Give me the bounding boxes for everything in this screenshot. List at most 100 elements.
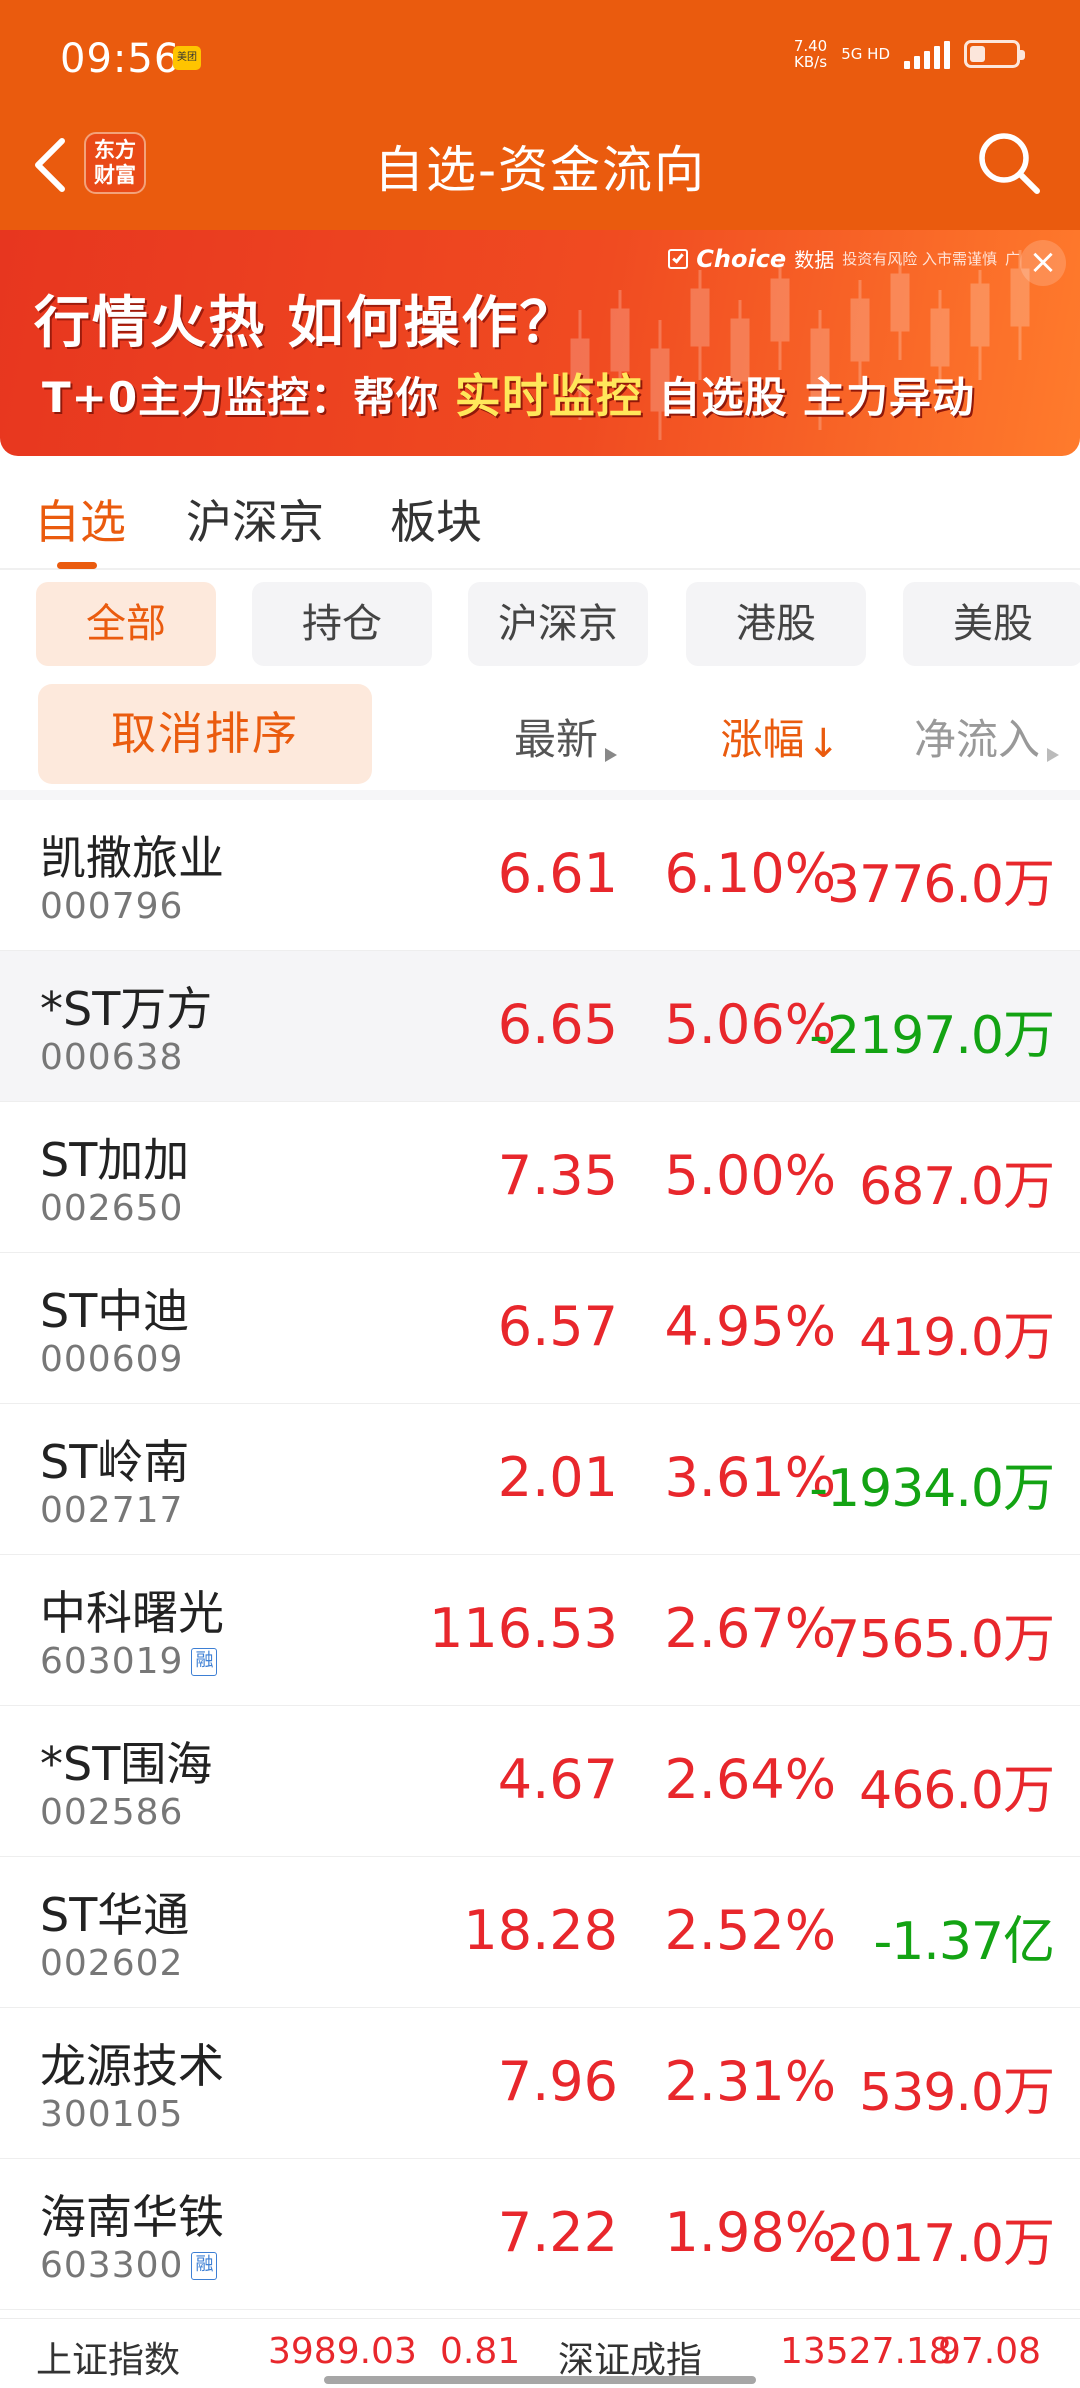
ad-subline-mid: 自选股: [658, 373, 788, 422]
filter-us-stocks[interactable]: 美股: [903, 582, 1080, 666]
stock-code-group: 000796: [40, 886, 183, 927]
column-netflow[interactable]: 净流入: [914, 706, 1060, 767]
stock-code-group: 000609: [40, 1339, 183, 1380]
ad-subline-highlight-2: 主力异动: [802, 373, 975, 422]
signal-icon: [904, 39, 950, 69]
stock-change-pct: 2.64%: [664, 1748, 836, 1811]
search-icon: [979, 133, 1040, 194]
stock-net-inflow: -1934.0万: [809, 1459, 1055, 1519]
section-divider: [0, 790, 1080, 800]
stock-row[interactable]: ST华通 002602 18.28 2.52% -1.37亿: [0, 1857, 1080, 2008]
network-speed-unit: KB/s: [794, 53, 828, 71]
stock-row[interactable]: ST岭南 002717 2.01 3.61% -1934.0万: [0, 1404, 1080, 1555]
stock-row[interactable]: *ST围海 002586 4.67 2.64% 466.0万: [0, 1706, 1080, 1857]
cancel-sort-button[interactable]: 取消排序: [38, 684, 372, 784]
stock-row[interactable]: 龙源技术 300105 7.96 2.31% 539.0万: [0, 2008, 1080, 2159]
stock-row[interactable]: ST中迪 000609 6.57 4.95% 419.0万: [0, 1253, 1080, 1404]
stock-name: 海南华铁: [40, 2190, 224, 2244]
stock-row[interactable]: *ST万方 000638 6.65 5.06% -2197.0万: [0, 951, 1080, 1102]
sz-index-value: 13527.18: [780, 2331, 952, 2372]
stock-price: 2.01: [497, 1446, 618, 1509]
stock-price: 7.96: [497, 2050, 618, 2113]
tab-hushenjing[interactable]: 沪深京: [186, 486, 324, 552]
stock-code: 000796: [40, 886, 184, 927]
column-change-label: 涨幅: [720, 715, 805, 764]
active-tab-indicator: [57, 562, 97, 569]
network-speed: 7.40 KB/s: [794, 38, 827, 70]
stock-code-group: 000638: [40, 1037, 183, 1078]
filter-hushenjing[interactable]: 沪深京: [468, 582, 648, 666]
notification-app-icon: 美团: [173, 46, 201, 70]
ad-disclaimer: 投资有风险 入市需谨慎: [842, 250, 997, 268]
stock-code: 000609: [40, 1339, 184, 1380]
stock-code-group: 002650: [40, 1188, 183, 1229]
sort-triangle-icon: [1047, 748, 1059, 762]
stock-change-pct: 2.31%: [664, 2050, 836, 2113]
column-latest[interactable]: 最新: [514, 706, 618, 767]
stock-name: 凯撒旅业: [40, 831, 224, 885]
tab-sectors[interactable]: 板块: [390, 486, 482, 552]
stock-change-pct: 1.98%: [664, 2201, 836, 2264]
stock-code: 000638: [40, 1037, 184, 1078]
stock-change-pct: 2.67%: [664, 1597, 836, 1660]
network-speed-value: 7.40: [793, 37, 828, 55]
stock-net-inflow: 539.0万: [859, 2063, 1055, 2123]
sz-index-change: 97.08: [938, 2331, 1042, 2372]
stock-code: 603019: [40, 1641, 184, 1682]
stock-price: 7.35: [497, 1144, 618, 1207]
column-change[interactable]: 涨幅 ↓: [720, 706, 840, 767]
stock-change-pct: 6.10%: [664, 842, 836, 905]
stock-row[interactable]: 海南华铁 603300 融 7.22 1.98% 2017.0万: [0, 2159, 1080, 2310]
stock-code-group: 002586: [40, 1792, 183, 1833]
stock-price: 18.28: [463, 1899, 618, 1962]
stock-net-inflow: 7565.0万: [827, 1610, 1055, 1670]
margin-trading-badge: 融: [191, 2251, 218, 2280]
ad-tag: 广: [1004, 250, 1020, 268]
status-indicators: 7.40 KB/s 5G HD: [794, 38, 1025, 70]
stock-code-group: 002717: [40, 1490, 183, 1531]
ad-brand-suffix: 数据: [794, 248, 835, 272]
stock-price: 7.22: [497, 2201, 618, 2264]
search-button[interactable]: [974, 128, 1044, 198]
stock-list: 凯撒旅业 000796 6.61 6.10% 3776.0万 *ST万方 000638 6.6…: [0, 800, 1080, 2310]
filter-chips: 全部 持仓 沪深京 港股 美股: [0, 582, 1080, 668]
filter-holdings[interactable]: 持仓: [252, 582, 432, 666]
stock-code: 002602: [40, 1943, 184, 1984]
ad-subline-highlight-1: 实时监控: [454, 369, 643, 423]
choice-check-icon: [668, 248, 689, 269]
stock-code-group: 603300 融: [40, 2245, 218, 2286]
ad-brand: Choice: [696, 244, 787, 273]
close-icon[interactable]: ×: [1020, 240, 1066, 286]
stock-price: 6.61: [497, 842, 618, 905]
sh-index-value: 3989.03: [268, 2331, 417, 2372]
sort-triangle-icon: [605, 748, 617, 762]
stock-code: 300105: [40, 2094, 184, 2135]
stock-net-inflow: 466.0万: [859, 1761, 1055, 1821]
tab-watchlist[interactable]: 自选: [34, 486, 126, 552]
ad-source-strip: Choice 数据 投资有风险 入市需谨慎 广: [668, 244, 1020, 273]
network-type: 5G HD: [841, 45, 890, 63]
stock-row[interactable]: 中科曙光 603019 融 116.53 2.67% 7565.0万: [0, 1555, 1080, 1706]
home-indicator[interactable]: [324, 2376, 756, 2384]
filter-all[interactable]: 全部: [36, 582, 216, 666]
stock-name: ST中迪: [40, 1284, 190, 1338]
stock-name: *ST万方: [40, 982, 213, 1036]
stock-code-group: 300105: [40, 2094, 183, 2135]
ad-banner[interactable]: Choice 数据 投资有风险 入市需谨慎 广 × 行情火热 如何操作？ T+0…: [0, 230, 1080, 456]
stock-row[interactable]: ST加加 002650 7.35 5.00% 687.0万: [0, 1102, 1080, 1253]
sh-index-change: 0.81: [440, 2331, 521, 2372]
filter-hk-stocks[interactable]: 港股: [686, 582, 866, 666]
stock-name: 中科曙光: [40, 1586, 224, 1640]
stock-name: *ST围海: [40, 1737, 213, 1791]
stock-row[interactable]: 凯撒旅业 000796 6.61 6.10% 3776.0万: [0, 800, 1080, 951]
stock-change-pct: 4.95%: [664, 1295, 836, 1358]
sort-desc-arrow-icon: ↓: [806, 721, 840, 767]
battery-level-fill: [970, 46, 985, 62]
stock-price: 4.67: [497, 1748, 618, 1811]
stock-net-inflow: -2197.0万: [809, 1006, 1055, 1066]
page-title: 自选-资金流向: [373, 141, 707, 199]
status-time: 09:56: [60, 36, 181, 82]
stock-price: 6.57: [497, 1295, 618, 1358]
stock-net-inflow: 2017.0万: [827, 2214, 1055, 2274]
stock-code-group: 603019 融: [40, 1641, 218, 1682]
